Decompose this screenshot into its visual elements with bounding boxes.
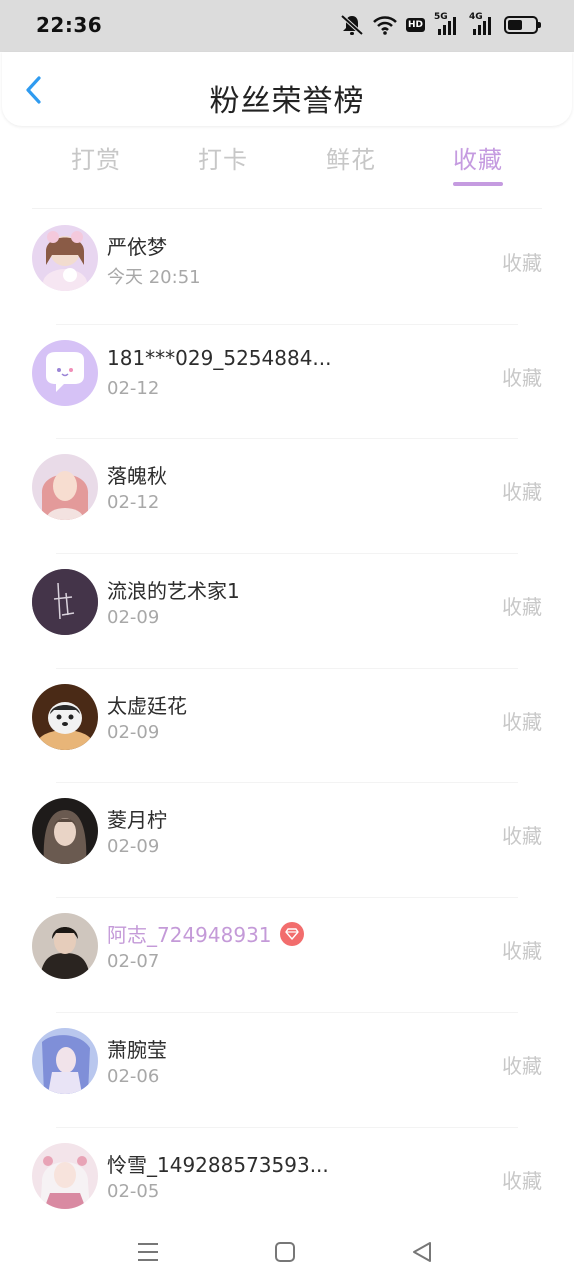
user-name: 严依梦 bbox=[107, 235, 167, 259]
user-name: 怜雪_149288573593... bbox=[107, 1152, 329, 1177]
list-item[interactable]: 阿志_724948931 02-07 收藏 bbox=[0, 898, 574, 1013]
list-item[interactable]: 太虚廷花 02-09 收藏 bbox=[0, 669, 574, 784]
menu-button[interactable] bbox=[128, 1232, 168, 1272]
favorite-date: 02-09 bbox=[107, 836, 160, 858]
favorite-label: 收藏 bbox=[502, 709, 542, 734]
list-item[interactable]: 菱月柠 02-09 收藏 bbox=[0, 783, 574, 899]
divider bbox=[32, 208, 542, 209]
avatar[interactable] bbox=[32, 798, 98, 865]
tab-label: 鲜花 bbox=[326, 146, 376, 174]
tab-active-indicator bbox=[453, 182, 503, 186]
favorite-label: 收藏 bbox=[502, 595, 542, 620]
signal-4g-icon: 4G bbox=[469, 12, 495, 36]
list-item[interactable]: 严依梦 今天 20:51 收藏 bbox=[0, 210, 574, 325]
favorite-date: 02-06 bbox=[107, 1065, 160, 1087]
tab-reward[interactable]: 打赏 bbox=[46, 140, 146, 175]
battery-icon bbox=[504, 16, 541, 34]
status-time: 22:36 bbox=[36, 13, 103, 37]
avatar[interactable] bbox=[32, 683, 98, 750]
home-icon bbox=[275, 1242, 295, 1262]
list-item[interactable]: 落魄秋 02-12 收藏 bbox=[0, 439, 574, 555]
status-bar: 22:36 HD 5G 4G bbox=[0, 0, 574, 52]
favorite-label: 收藏 bbox=[502, 480, 542, 505]
wifi-icon bbox=[373, 16, 397, 35]
battery-fill bbox=[508, 20, 522, 30]
diamond-badge-icon bbox=[279, 921, 304, 946]
user-name: 太虚廷花 bbox=[107, 693, 187, 718]
tab-flowers[interactable]: 鲜花 bbox=[301, 140, 401, 175]
user-name: 181***029_5254884... bbox=[107, 345, 332, 370]
tab-checkin[interactable]: 打卡 bbox=[173, 140, 273, 175]
list-item[interactable]: 流浪的艺术家1 02-09 收藏 bbox=[0, 554, 574, 669]
favorite-label: 收藏 bbox=[502, 365, 542, 390]
favorite-date: 02-12 bbox=[107, 377, 160, 399]
menu-icon bbox=[138, 1243, 158, 1261]
page-title: 粉丝荣誉榜 bbox=[209, 84, 365, 119]
avatar[interactable] bbox=[32, 339, 98, 406]
avatar[interactable] bbox=[32, 569, 98, 636]
system-nav-bar bbox=[0, 1222, 574, 1280]
user-name: 萧腕莹 bbox=[107, 1037, 167, 1062]
favorite-date: 02-12 bbox=[107, 492, 160, 514]
list-item[interactable]: 萧腕莹 02-06 收藏 bbox=[0, 1013, 574, 1128]
list-item[interactable]: 181***029_5254884... 02-12 收藏 bbox=[0, 325, 574, 440]
back-icon bbox=[413, 1242, 431, 1262]
header: 粉丝荣誉榜 bbox=[2, 52, 572, 126]
favorite-label: 收藏 bbox=[502, 824, 542, 849]
favorite-label: 收藏 bbox=[502, 1053, 542, 1078]
favorite-date: 02-09 bbox=[107, 721, 160, 743]
avatar[interactable] bbox=[32, 913, 98, 980]
user-name: 流浪的艺术家1 bbox=[107, 579, 240, 604]
back-nav-button[interactable] bbox=[402, 1232, 442, 1272]
favorite-date: 02-09 bbox=[107, 607, 160, 629]
avatar[interactable] bbox=[32, 1027, 98, 1094]
tab-label: 收藏 bbox=[453, 146, 503, 174]
status-icons: HD 5G 4G bbox=[340, 12, 541, 36]
favorite-date: 02-07 bbox=[107, 951, 160, 973]
hd-icon: HD bbox=[405, 18, 425, 32]
avatar[interactable] bbox=[32, 225, 98, 291]
tab-label: 打赏 bbox=[71, 146, 121, 174]
avatar[interactable] bbox=[32, 454, 98, 521]
user-name: 菱月柠 bbox=[107, 808, 167, 833]
favorite-label: 收藏 bbox=[502, 939, 542, 964]
favorite-label: 收藏 bbox=[502, 251, 542, 275]
tab-favorites[interactable]: 收藏 bbox=[428, 140, 528, 186]
user-name: 阿志_724948931 bbox=[107, 919, 304, 948]
favorite-date: 今天 20:51 bbox=[107, 267, 201, 288]
tab-bar: 打赏 打卡 鲜花 收藏 bbox=[0, 140, 574, 190]
home-button[interactable] bbox=[265, 1232, 305, 1272]
fan-list: 严依梦 今天 20:51 收藏 181***029_5254884... 02-… bbox=[0, 210, 574, 1242]
favorite-date: 02-05 bbox=[107, 1180, 160, 1202]
tab-label: 打卡 bbox=[198, 146, 248, 174]
avatar[interactable] bbox=[32, 1142, 98, 1209]
user-name: 落魄秋 bbox=[107, 464, 167, 489]
mute-icon bbox=[340, 14, 364, 36]
signal-5g-icon: 5G bbox=[434, 12, 460, 36]
favorite-label: 收藏 bbox=[502, 1168, 542, 1193]
